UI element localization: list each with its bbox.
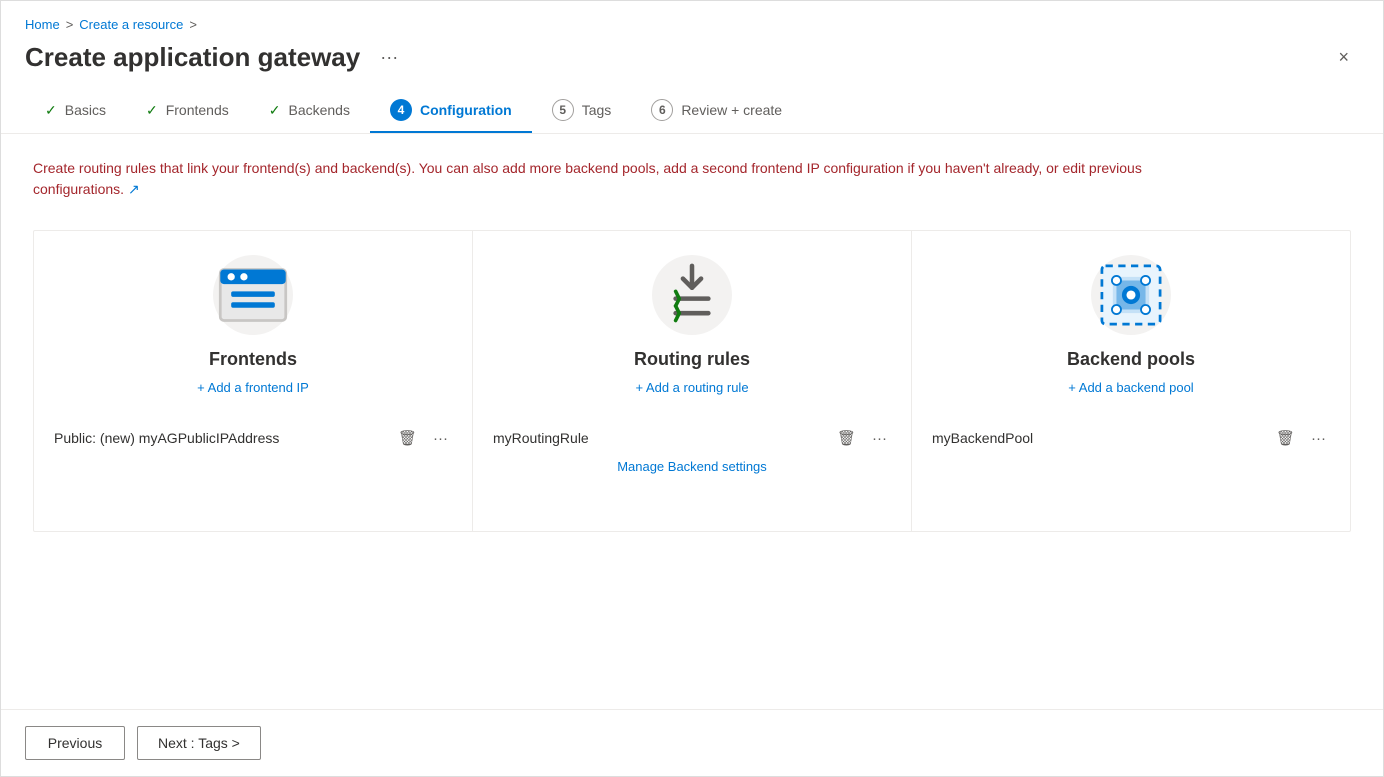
- frontend-item-name: Public: (new) myAGPublicIPAddress: [54, 430, 386, 446]
- tab-num-review: 6: [651, 99, 673, 121]
- backend-more-button[interactable]: ···: [1307, 428, 1330, 449]
- routing-item-row: myRoutingRule 🗑 ···: [493, 423, 891, 453]
- manage-backend-settings-link[interactable]: Manage Backend settings: [493, 459, 891, 474]
- next-button[interactable]: Next : Tags >: [137, 726, 261, 760]
- ellipsis-button[interactable]: ···: [372, 43, 406, 72]
- routing-delete-button[interactable]: 🗑: [833, 427, 860, 449]
- routing-title: Routing rules: [634, 349, 750, 370]
- tab-configuration-label: Configuration: [420, 102, 512, 118]
- tab-frontends[interactable]: ✓ Frontends: [126, 92, 249, 131]
- backend-title: Backend pools: [1067, 349, 1195, 370]
- check-icon-frontends: ✓: [146, 102, 158, 119]
- routing-column: Routing rules + Add a routing rule myRou…: [473, 231, 912, 531]
- add-frontend-link[interactable]: + Add a frontend IP: [197, 380, 309, 395]
- backend-column: Backend pools + Add a backend pool myBac…: [912, 231, 1350, 531]
- breadcrumb-sep2: >: [189, 17, 197, 32]
- routing-icon-circle: [652, 255, 732, 335]
- tab-tags-label: Tags: [582, 102, 612, 118]
- title-left: Create application gateway ···: [25, 42, 406, 73]
- frontends-icon: [213, 255, 293, 335]
- create-gateway-panel: Home > Create a resource > Create applic…: [0, 0, 1384, 777]
- panel-body: Create routing rules that link your fron…: [1, 134, 1383, 709]
- close-button[interactable]: ×: [1328, 43, 1359, 72]
- frontends-title: Frontends: [209, 349, 297, 370]
- learn-more-link[interactable]: ↗: [128, 181, 140, 197]
- tab-frontends-label: Frontends: [166, 102, 229, 118]
- tab-basics[interactable]: ✓ Basics: [25, 92, 126, 131]
- check-icon-basics: ✓: [45, 102, 57, 119]
- panel-header: Home > Create a resource > Create applic…: [1, 1, 1383, 134]
- check-icon-backends: ✓: [269, 102, 281, 119]
- backend-delete-button[interactable]: 🗑: [1272, 427, 1299, 449]
- tab-review-label: Review + create: [681, 102, 782, 118]
- add-routing-link[interactable]: + Add a routing rule: [635, 380, 748, 395]
- routing-header: Routing rules + Add a routing rule: [493, 255, 891, 407]
- frontend-more-button[interactable]: ···: [429, 428, 452, 449]
- tab-configuration[interactable]: 4 Configuration: [370, 89, 532, 133]
- breadcrumb-create[interactable]: Create a resource: [79, 17, 183, 32]
- routing-icon: [652, 255, 732, 335]
- frontend-delete-button[interactable]: 🗑: [394, 427, 421, 449]
- tab-tags[interactable]: 5 Tags: [532, 89, 632, 133]
- add-backend-link[interactable]: + Add a backend pool: [1068, 380, 1193, 395]
- tab-backends[interactable]: ✓ Backends: [249, 92, 370, 131]
- backend-item-row: myBackendPool 🗑 ···: [932, 423, 1330, 453]
- description-text: Create routing rules that link your fron…: [33, 158, 1233, 200]
- breadcrumb: Home > Create a resource >: [25, 17, 1359, 32]
- frontends-column: Frontends + Add a frontend IP Public: (n…: [34, 231, 473, 531]
- tab-num-tags: 5: [552, 99, 574, 121]
- title-row: Create application gateway ··· ×: [25, 42, 1359, 73]
- tab-basics-label: Basics: [65, 102, 106, 118]
- frontends-header: Frontends + Add a frontend IP: [54, 255, 452, 407]
- tab-backends-label: Backends: [288, 102, 349, 118]
- routing-more-button[interactable]: ···: [868, 428, 891, 449]
- backend-item-name: myBackendPool: [932, 430, 1264, 446]
- backend-header: Backend pools + Add a backend pool: [932, 255, 1330, 407]
- columns-container: Frontends + Add a frontend IP Public: (n…: [33, 230, 1351, 532]
- breadcrumb-sep1: >: [66, 17, 74, 32]
- panel-footer: Previous Next : Tags >: [1, 709, 1383, 776]
- previous-button[interactable]: Previous: [25, 726, 125, 760]
- tab-num-configuration: 4: [390, 99, 412, 121]
- backend-icon-circle: [1091, 255, 1171, 335]
- frontends-icon-circle: [213, 255, 293, 335]
- backend-icon: [1091, 255, 1171, 335]
- page-title: Create application gateway: [25, 42, 360, 73]
- tabs-bar: ✓ Basics ✓ Frontends ✓ Backends 4 Config…: [25, 89, 1359, 133]
- breadcrumb-home[interactable]: Home: [25, 17, 60, 32]
- frontend-item-row: Public: (new) myAGPublicIPAddress 🗑 ···: [54, 423, 452, 453]
- tab-review[interactable]: 6 Review + create: [631, 89, 802, 133]
- routing-item-name: myRoutingRule: [493, 430, 825, 446]
